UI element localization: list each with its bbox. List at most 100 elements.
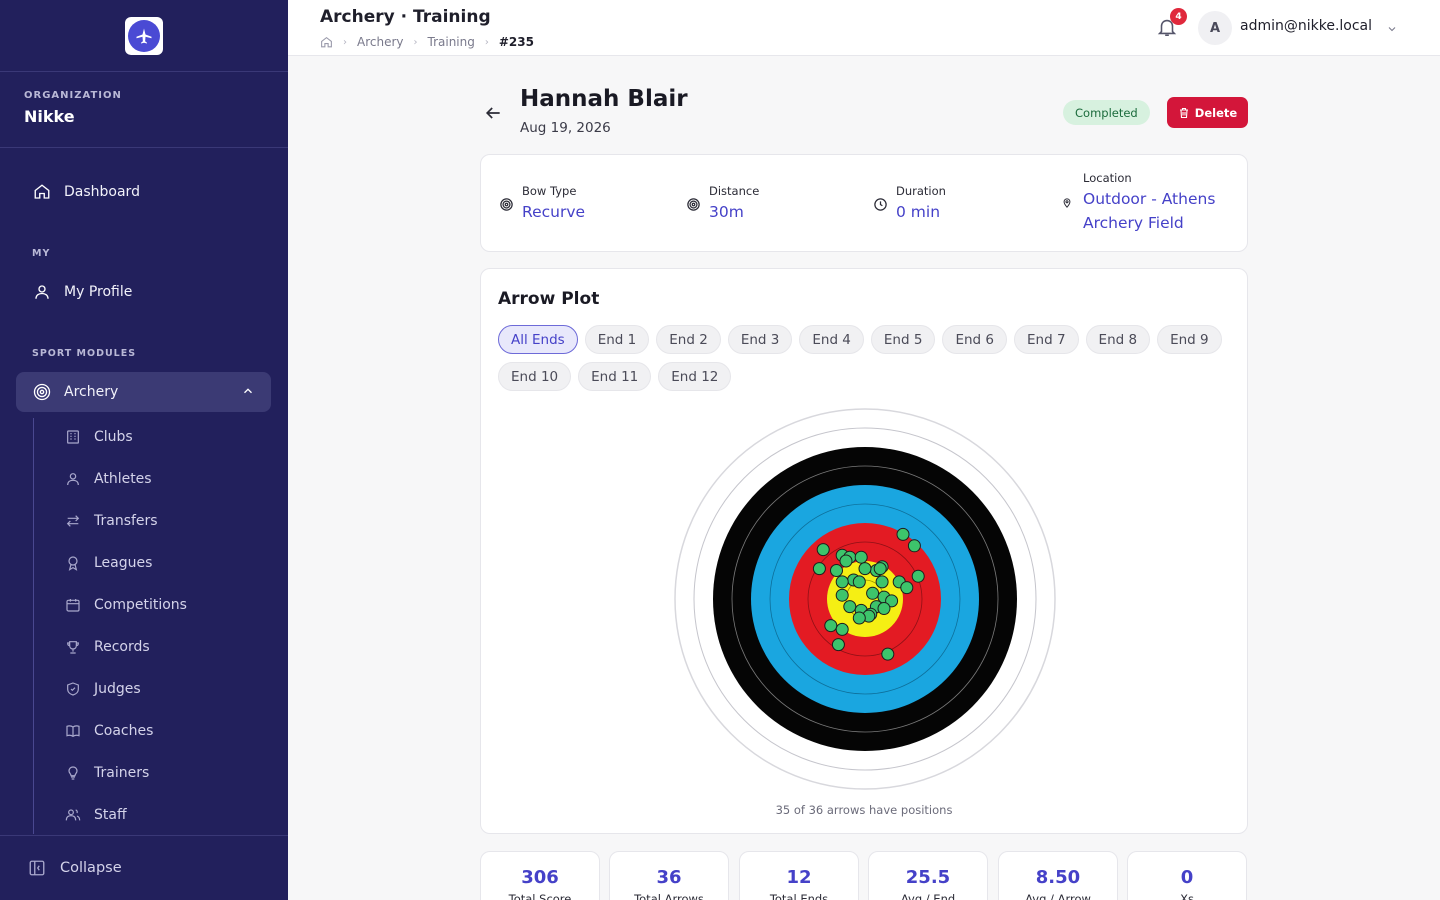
sidebar-item-trainers[interactable]: Trainers <box>64 759 149 787</box>
breadcrumb-separator: › <box>343 36 347 48</box>
calendar-icon <box>64 596 82 614</box>
plane-icon <box>128 19 160 52</box>
filter-chip-end-4[interactable]: End 4 <box>799 325 864 354</box>
filter-chip-end-2[interactable]: End 2 <box>656 325 721 354</box>
arrow-hit-marker[interactable] <box>858 562 872 576</box>
sidebar-item-transfers[interactable]: Transfers <box>64 507 158 535</box>
sidebar-item-label: Judges <box>94 681 141 697</box>
stat-label: Total Ends <box>769 892 829 900</box>
arrow-hit-marker[interactable] <box>835 575 849 589</box>
arrow-hit-marker[interactable] <box>835 588 849 602</box>
sidebar-item-dashboard[interactable]: Dashboard <box>16 172 271 212</box>
lightbulb-icon <box>64 764 82 782</box>
filter-chip-end-5[interactable]: End 5 <box>870 325 936 354</box>
trophy-icon <box>64 638 82 656</box>
filter-chip-end-1[interactable]: End 1 <box>584 325 650 354</box>
filter-chip-end-6[interactable]: End 6 <box>942 325 1007 354</box>
book-open-icon <box>64 722 82 740</box>
section-label-my: MY <box>32 248 51 259</box>
arrow-hit-marker[interactable] <box>875 575 889 589</box>
arrow-hit-marker[interactable] <box>812 562 826 576</box>
stat-label: Avg / End <box>900 892 956 900</box>
sidebar: ORGANIZATION Nikke Dashboard MY My Profi… <box>0 0 288 900</box>
chevron-down-icon[interactable] <box>1386 20 1398 39</box>
arrow-hit-marker[interactable] <box>907 539 921 553</box>
arrow-hit-marker[interactable] <box>900 581 914 595</box>
archery-target-face[interactable] <box>674 408 1056 790</box>
athlete-name: Hannah Blair <box>520 86 688 112</box>
stat-value: 36 <box>656 867 682 888</box>
breadcrumb-current: #235 <box>498 35 534 49</box>
user-icon <box>64 470 82 488</box>
delete-button[interactable]: Delete <box>1167 97 1248 128</box>
arrow-hit-marker[interactable] <box>873 562 887 576</box>
filter-chip-all-ends[interactable]: All Ends <box>498 325 578 354</box>
collapse-button[interactable]: Collapse <box>0 835 288 900</box>
breadcrumb-training[interactable]: Training <box>428 35 475 49</box>
breadcrumb-separator: › <box>484 36 489 48</box>
arrow-hit-marker[interactable] <box>816 543 830 557</box>
stat-value: 8.50 <box>1035 867 1081 888</box>
filter-chip-end-3[interactable]: End 3 <box>727 325 793 354</box>
filter-chip-end-10[interactable]: End 10 <box>498 362 572 391</box>
status-badge: Completed <box>1063 100 1150 125</box>
sidebar-item-coaches[interactable]: Coaches <box>64 717 153 745</box>
arrow-hit-marker[interactable] <box>911 569 925 583</box>
sidebar-item-records[interactable]: Records <box>64 633 150 661</box>
home-icon[interactable] <box>320 36 333 49</box>
back-arrow-icon[interactable] <box>483 103 505 125</box>
bow-type-label: Bow Type <box>522 184 577 198</box>
sidebar-item-clubs[interactable]: Clubs <box>64 423 133 451</box>
breadcrumb-archery[interactable]: Archery <box>357 35 404 49</box>
arrow-hit-marker[interactable] <box>881 647 895 661</box>
sidebar-item-label: Dashboard <box>64 184 140 200</box>
avatar[interactable]: A <box>1198 11 1232 45</box>
filter-chip-end-12[interactable]: End 12 <box>658 362 732 391</box>
arrow-hit-marker[interactable] <box>866 586 880 600</box>
stat-avg-end: 25.5 Avg / End <box>868 851 988 900</box>
arrow-hit-marker[interactable] <box>896 527 910 541</box>
sidebar-item-leagues[interactable]: Leagues <box>64 549 152 577</box>
sidebar-item-staff[interactable]: Staff <box>64 801 127 829</box>
info-bow-type: Bow Type Recurve <box>498 184 585 224</box>
stat-total-ends: 12 Total Ends <box>739 851 859 900</box>
filter-chip-end-7[interactable]: End 7 <box>1014 325 1079 354</box>
sidebar-item-label: Athletes <box>94 471 152 487</box>
stat-avg-arrow: 8.50 Avg / Arrow <box>998 851 1118 900</box>
info-distance: Distance 30m <box>685 184 759 224</box>
arrow-hit-marker[interactable] <box>839 554 853 568</box>
arrow-hit-marker[interactable] <box>831 638 845 652</box>
sidebar-item-my-profile[interactable]: My Profile <box>16 272 271 312</box>
filter-chip-end-11[interactable]: End 11 <box>578 362 652 391</box>
session-date: Aug 19, 2026 <box>520 120 611 136</box>
sidebar-item-archery[interactable]: Archery <box>16 372 271 412</box>
arrow-hit-marker[interactable] <box>835 622 849 636</box>
trash-icon <box>1178 107 1190 119</box>
breadcrumb-separator: › <box>413 36 418 48</box>
section-label-sport-modules: SPORT MODULES <box>32 348 137 359</box>
arrow-hit-marker[interactable] <box>843 600 857 614</box>
arrow-plot-title: Arrow Plot <box>498 289 600 309</box>
arrow-hit-marker[interactable] <box>854 550 868 564</box>
stat-value: 306 <box>521 867 559 888</box>
filter-chip-end-9[interactable]: End 9 <box>1157 325 1222 354</box>
arrow-hit-marker[interactable] <box>877 602 891 615</box>
app-logo[interactable] <box>125 16 163 55</box>
arrow-hit-marker[interactable] <box>830 564 843 577</box>
stat-value: 12 <box>786 867 812 888</box>
user-email[interactable]: admin@nikke.local <box>1240 18 1372 34</box>
arrow-hit-marker[interactable] <box>824 619 838 633</box>
location-label: Location <box>1083 171 1132 185</box>
sidebar-item-competitions[interactable]: Competitions <box>64 591 187 619</box>
duration-value: 0 min <box>896 203 941 221</box>
stat-label: Xs <box>1180 892 1194 900</box>
sidebar-item-athletes[interactable]: Athletes <box>64 465 152 493</box>
sidebar-collapse-icon <box>28 859 46 877</box>
end-filter-chips: All Ends End 1 End 2 End 3 End 4 End 5 E… <box>498 325 1228 391</box>
arrow-plot-card: Arrow Plot All Ends End 1 End 2 End 3 En… <box>480 268 1248 834</box>
subnav-guide-line <box>33 418 34 834</box>
arrow-hit-marker[interactable] <box>852 575 866 589</box>
sidebar-item-judges[interactable]: Judges <box>64 675 141 703</box>
filter-chip-end-8[interactable]: End 8 <box>1085 325 1151 354</box>
arrow-hit-marker[interactable] <box>852 611 866 625</box>
